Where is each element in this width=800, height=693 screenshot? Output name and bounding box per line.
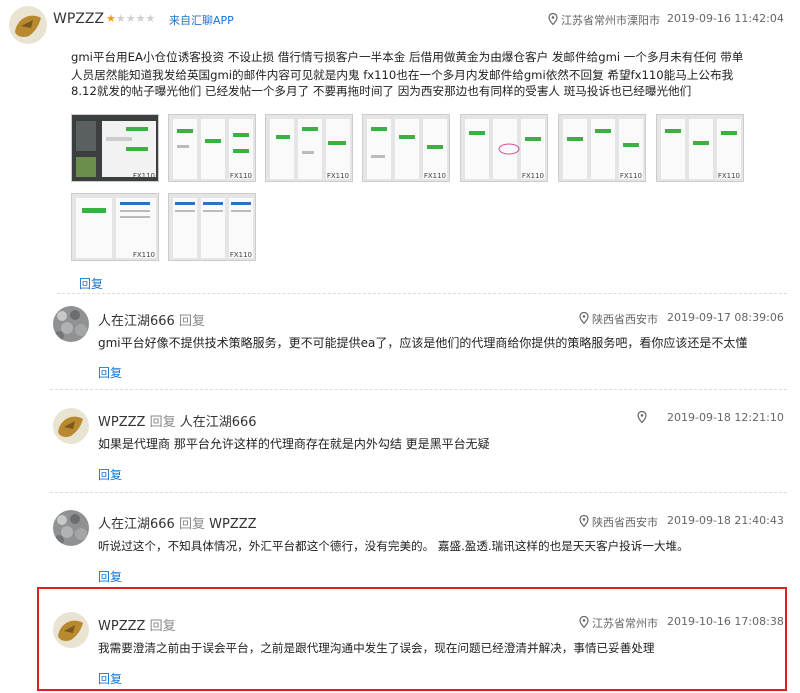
highlight-box [37,587,787,691]
comment-location: 陕西省西安市 [579,514,658,530]
comment-avatar[interactable] [53,612,89,648]
comment-text: 我需要澄清之前由于误会平台，之前是跟代理沟通中发生了误会，现在问题已经澄清并解决… [98,641,655,655]
comment-time: 2019-10-16 17:08:38 [667,615,784,628]
location-pin-icon [579,514,589,530]
divider [50,492,787,493]
post-image-thumbnail[interactable]: FX110 [656,114,744,182]
comment-reply-link[interactable]: 回复 [98,568,122,585]
comment-avatar[interactable] [53,408,89,444]
comment-text: gmi平台好像不提供技术策略服务，更不可能提供ea了，应该是他们的代理商给你提供… [98,336,748,350]
location-pin-icon [548,12,558,28]
post-time: 2019-09-16 11:42:04 [667,12,784,25]
post-image-thumbnail[interactable]: FX110 [362,114,450,182]
post-source[interactable]: 来自汇聊APP [169,12,234,28]
post-body-line-1: gmi平台用EA小仓位诱客投资 不设止损 借行情亏损客户一半本金 后借用做黄金为… [71,50,744,64]
reply-word: 回复 [178,517,205,532]
post-avatar[interactable] [9,6,47,44]
post-location: 江苏省常州市溧阳市 [548,12,660,28]
reply-word: 回复 [178,314,205,329]
comment-location: 江苏省常州市 [579,615,658,631]
comment-avatar[interactable] [53,510,89,546]
post-image-thumbnail[interactable]: FX110 [168,193,256,261]
reply-word: 回复 [149,415,176,430]
post-image-thumbnail[interactable]: FX110 [558,114,646,182]
reply-target-link[interactable]: WPZZZ [209,517,256,532]
comment-reply-link[interactable]: 回复 [98,364,122,381]
post-image-thumbnail[interactable]: FX110 [460,114,548,182]
divider [50,389,787,390]
comment-location [637,410,650,426]
comment-text: 如果是代理商 那平台允许这样的代理商存在就是内外勾结 更是黑平台无疑 [98,437,490,451]
comment-username: 人在江湖666 回复 WPZZZ [98,513,257,532]
post-image-thumbnail[interactable]: FX110 [265,114,353,182]
comment-username: WPZZZ 回复 [98,615,176,634]
post-image-thumbnail[interactable]: FX110 [168,114,256,182]
comment-time: 2019-09-18 21:40:43 [667,514,784,527]
comment-username: 人在江湖666 回复 [98,310,205,329]
location-pin-icon [579,311,589,327]
post-image-thumbnail[interactable]: FX110 [71,114,159,182]
post-image-thumbnail[interactable]: FX110 [71,193,159,261]
rating-stars: ★★★★★ [106,12,156,25]
post-body-line-2: 人员居然能知道我发给英国gmi的邮件内容可见就是内鬼 fx110也在一个多月内发… [71,68,734,82]
location-pin-icon [579,615,589,631]
comment-author-link[interactable]: 人在江湖666 [98,517,175,532]
comment-author-link[interactable]: WPZZZ [98,619,145,634]
thumbnail-watermark: FX110 [132,172,155,180]
reply-word: 回复 [149,619,176,634]
comment-location: 陕西省西安市 [579,311,658,327]
comment-reply-link[interactable]: 回复 [98,466,122,483]
comment-avatar[interactable] [53,306,89,342]
comment-text: 听说过这个，不知具体情况，外汇平台都这个德行，没有完美的。 嘉盛.盈透.瑞讯这样… [98,539,689,553]
post-reply-link[interactable]: 回复 [79,275,103,292]
comment-time: 2019-09-17 08:39:06 [667,311,784,324]
comment-author-link[interactable]: WPZZZ [98,415,145,430]
comment-author-link[interactable]: 人在江湖666 [98,314,175,329]
post-username[interactable]: WPZZZ [53,11,104,27]
divider [57,293,787,294]
comment-reply-link[interactable]: 回复 [98,670,122,687]
comment-username: WPZZZ 回复 人在江湖666 [98,411,257,430]
reply-target-link[interactable]: 人在江湖666 [180,415,257,430]
post-body-line-3: 8.12就发的帖子曝光他们 已经发帖一个多月了 不要再拖时间了 因为西安那边也有… [71,84,692,98]
location-pin-icon [637,410,647,426]
comment-time: 2019-09-18 12:21:10 [667,411,784,424]
